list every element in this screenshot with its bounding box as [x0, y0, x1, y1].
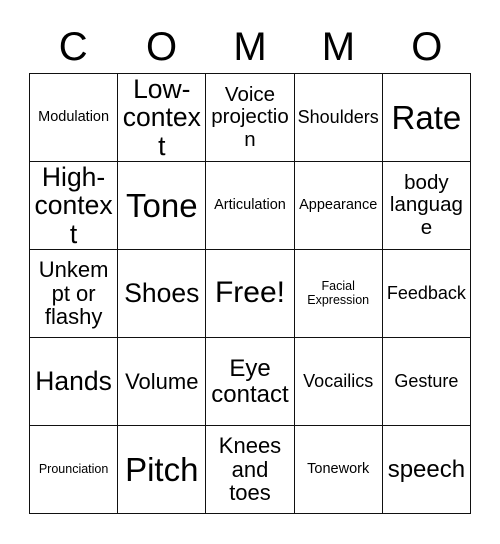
bingo-cell[interactable]: High-context [30, 162, 119, 250]
bingo-cell-label: Pitch [125, 450, 199, 488]
bingo-cell[interactable]: Shoes [118, 250, 207, 338]
bingo-cell-label: Unkempt or flashy [38, 256, 109, 330]
bingo-cell-label: Modulation [38, 108, 110, 125]
bingo-cell[interactable]: Pitch [118, 426, 207, 514]
bingo-cell-label: Gesture [394, 370, 459, 391]
bingo-cell[interactable]: Rate [382, 74, 471, 162]
bingo-cell-label: Tonework [307, 460, 370, 477]
bingo-card: C O M M O Modulation Low-context Voice pro… [0, 0, 500, 544]
bingo-cell-label: Voice projection [211, 83, 289, 151]
bingo-cell[interactable]: Feedback [382, 250, 471, 338]
bingo-cell[interactable]: Facial Expression [294, 250, 383, 338]
header-letter-5: O [411, 25, 443, 69]
header-letter-3: M [233, 25, 267, 69]
bingo-cell[interactable]: Tonework [294, 426, 383, 514]
bingo-header: C O M M O [29, 22, 471, 72]
bingo-cell[interactable]: Free! [206, 250, 295, 338]
bingo-cell[interactable]: Voice projection [206, 74, 295, 162]
bingo-cell-label: Free! [214, 276, 285, 310]
header-letter-1: C [58, 25, 88, 69]
bingo-cell[interactable]: Unkempt or flashy [30, 250, 119, 338]
bingo-cell-label: Facial Expression [307, 279, 370, 307]
bingo-cell[interactable]: Knees and toes [206, 426, 295, 514]
bingo-cell[interactable]: Appearance [294, 162, 383, 250]
bingo-cell-label: Shoes [124, 278, 200, 309]
header-letter-4: M [321, 25, 356, 69]
bingo-cell[interactable]: Volume [118, 338, 207, 426]
bingo-cell-label: High-context [34, 162, 113, 249]
bingo-cell-label: Vocailics [303, 370, 374, 391]
bingo-cell[interactable]: Eye contact [206, 338, 295, 426]
bingo-cell-label: Articulation [214, 196, 286, 213]
bingo-cell-label: Rate [391, 98, 462, 136]
header-letter-2: O [146, 25, 178, 69]
bingo-cell-label: Feedback [386, 282, 466, 303]
bingo-cell[interactable]: Prounciation [30, 426, 119, 514]
bingo-cell[interactable]: Vocailics [294, 338, 383, 426]
bingo-cell-label: Hands [35, 366, 112, 397]
bingo-grid: Modulation Low-context Voice projection Sho… [29, 73, 471, 514]
bingo-cell-label: Tone [126, 186, 198, 224]
bingo-cell[interactable]: Shoulders [294, 74, 383, 162]
bingo-cell-label: Eye contact [211, 354, 289, 408]
bingo-cell-label: body language [389, 171, 463, 239]
bingo-cell-label: speech [387, 455, 466, 483]
bingo-cell[interactable]: Hands [30, 338, 119, 426]
bingo-cell-label: Shoulders [297, 106, 379, 127]
bingo-cell-label: Low-context [122, 74, 201, 161]
bingo-cell-label: Knees and toes [218, 432, 282, 506]
bingo-cell[interactable]: Tone [118, 162, 207, 250]
bingo-cell-label: Prounciation [38, 461, 109, 476]
bingo-cell[interactable]: speech [382, 426, 471, 514]
bingo-cell-label: Appearance [299, 196, 378, 213]
bingo-cell[interactable]: Articulation [206, 162, 295, 250]
bingo-cell[interactable]: Modulation [30, 74, 119, 162]
bingo-cell[interactable]: Gesture [382, 338, 471, 426]
bingo-cell[interactable]: Low-context [118, 74, 207, 162]
bingo-cell[interactable]: body language [382, 162, 471, 250]
bingo-cell-label: Volume [125, 368, 199, 394]
